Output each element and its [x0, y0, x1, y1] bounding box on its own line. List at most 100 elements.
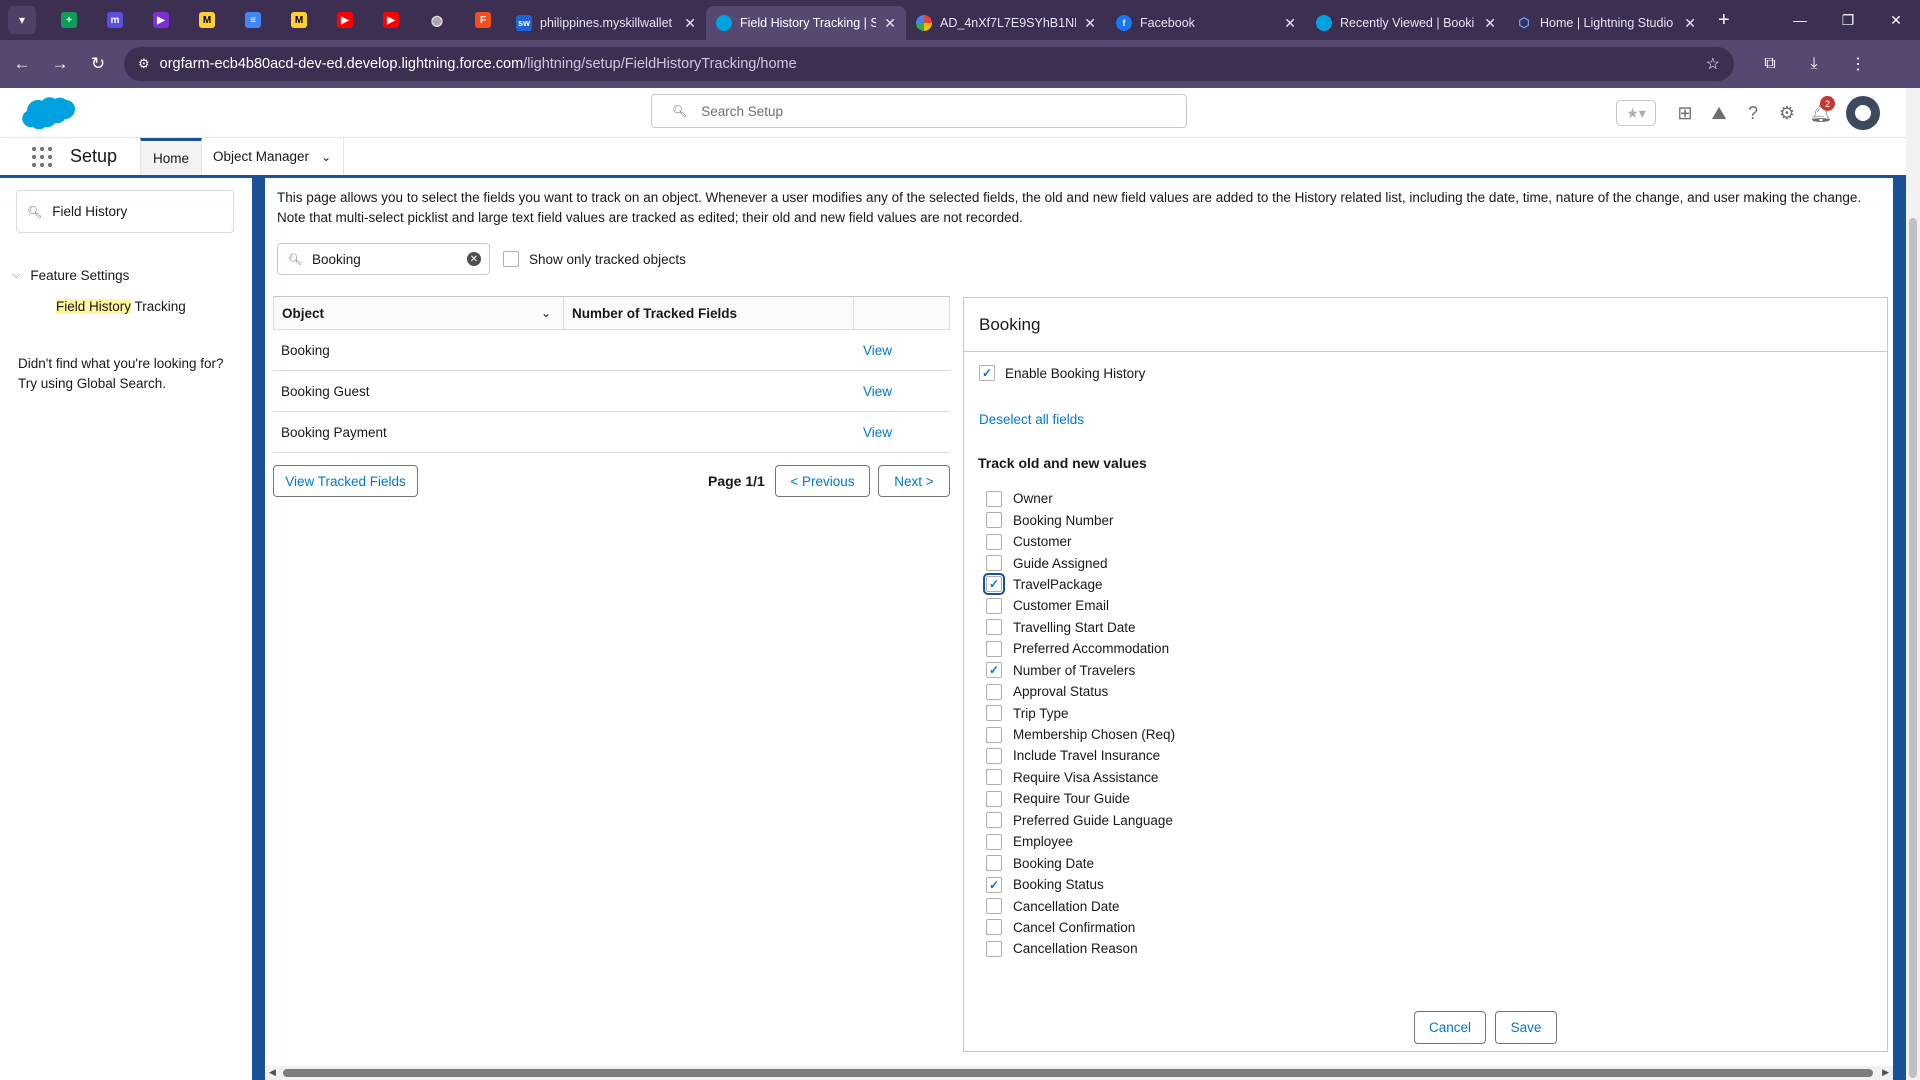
field-checkbox[interactable]	[986, 812, 1002, 829]
show-only-tracked-checkbox[interactable]	[503, 251, 519, 267]
field-option[interactable]: TravelPackage	[983, 573, 1175, 596]
field-checkbox[interactable]	[986, 855, 1002, 872]
pinned-tab-video[interactable]: ▶	[138, 0, 184, 40]
field-option[interactable]: Employee	[986, 831, 1175, 852]
browser-tab-skillwallet[interactable]: sw philippines.myskillwallet ✕	[506, 6, 706, 40]
sidebar-section-feature-settings[interactable]: ⌵ Feature Settings	[12, 268, 129, 283]
chevron-down-icon[interactable]: ⌄	[321, 150, 331, 164]
scroll-left-icon[interactable]: ◀	[269, 1067, 276, 1078]
field-option[interactable]: Customer Email	[986, 595, 1175, 616]
close-icon[interactable]: ✕	[1684, 15, 1696, 32]
enable-history-checkbox[interactable]	[979, 365, 995, 381]
next-page-button[interactable]: Next >	[878, 465, 950, 497]
back-icon[interactable]: ←	[6, 54, 38, 74]
pinned-tab-youtube-1[interactable]: ▶	[322, 0, 368, 40]
field-option[interactable]: Preferred Guide Language	[986, 810, 1175, 831]
help-icon[interactable]: ?	[1736, 96, 1770, 130]
close-icon[interactable]: ✕	[1084, 15, 1096, 32]
field-option[interactable]: Include Travel Insurance	[986, 745, 1175, 766]
field-option[interactable]: Preferred Accommodation	[986, 638, 1175, 659]
previous-page-button[interactable]: < Previous	[775, 465, 870, 497]
field-option[interactable]: Require Visa Assistance	[986, 767, 1175, 788]
site-info-icon[interactable]: ⚙	[138, 56, 150, 72]
field-option[interactable]: Travelling Start Date	[986, 617, 1175, 638]
column-header-object[interactable]: Object ⌄	[274, 297, 564, 329]
field-option[interactable]: Cancellation Date	[986, 895, 1175, 916]
pinned-tab-figma[interactable]: F	[460, 0, 506, 40]
reload-icon[interactable]: ↻	[82, 54, 114, 74]
trailhead-icon[interactable]: ⛰	[1702, 96, 1736, 130]
pinned-tab-youtube-2[interactable]: ▶	[368, 0, 414, 40]
field-checkbox[interactable]	[986, 919, 1002, 936]
close-icon[interactable]: ✕	[1284, 15, 1296, 32]
setup-search-input[interactable]: 🔍︎ Search Setup	[651, 94, 1187, 128]
pinned-tab-mastodon[interactable]: m	[92, 0, 138, 40]
field-option[interactable]: Booking Number	[986, 509, 1175, 530]
download-icon[interactable]: ⤓	[1792, 55, 1836, 73]
field-option[interactable]: Customer	[986, 531, 1175, 552]
field-option[interactable]: Trip Type	[986, 702, 1175, 723]
favorites-icon[interactable]: ★▾	[1616, 100, 1656, 126]
field-option[interactable]: Number of Travelers	[986, 660, 1175, 681]
browser-tab-field-history[interactable]: Field History Tracking | S ✕	[706, 6, 906, 40]
notifications-bell-icon[interactable]: 🔔︎ 2	[1804, 96, 1838, 130]
field-checkbox[interactable]	[986, 705, 1002, 722]
tab-search-menu-icon[interactable]: ▾	[8, 6, 36, 34]
clear-icon[interactable]: ✕	[467, 252, 481, 266]
pinned-tab-docs[interactable]: ≡	[230, 0, 276, 40]
field-checkbox[interactable]	[986, 726, 1002, 743]
close-icon[interactable]: ✕	[1484, 15, 1496, 32]
browser-tab-facebook[interactable]: f Facebook ✕	[1106, 6, 1306, 40]
deselect-all-link[interactable]: Deselect all fields	[979, 412, 1084, 427]
new-tab-icon[interactable]: +	[1718, 9, 1730, 32]
gear-icon[interactable]: ⚙	[1770, 96, 1804, 130]
field-option[interactable]: Owner	[986, 488, 1175, 509]
bookmark-star-icon[interactable]: ☆	[1706, 54, 1720, 74]
field-option[interactable]: Require Tour Guide	[986, 788, 1175, 809]
view-link[interactable]: View	[853, 425, 950, 440]
object-search-input[interactable]: 🔍︎ Booking ✕	[277, 243, 490, 275]
field-option[interactable]: Membership Chosen (Req)	[986, 724, 1175, 745]
restore-icon[interactable]: ❐	[1824, 12, 1872, 29]
global-actions-icon[interactable]: ⊞	[1668, 96, 1702, 130]
view-tracked-fields-button[interactable]: View Tracked Fields	[273, 465, 418, 497]
field-option[interactable]: Cancel Confirmation	[986, 917, 1175, 938]
field-checkbox[interactable]	[986, 833, 1002, 850]
pinned-tab-miro-1[interactable]: M	[184, 0, 230, 40]
field-option[interactable]: Guide Assigned	[986, 552, 1175, 573]
field-option[interactable]: Cancellation Reason	[986, 938, 1175, 959]
field-checkbox[interactable]	[983, 573, 1005, 596]
tab-object-manager[interactable]: Object Manager ⌄	[201, 138, 345, 175]
chevron-down-icon[interactable]: ⌵	[12, 269, 20, 282]
field-checkbox[interactable]	[986, 662, 1002, 679]
tab-home[interactable]: Home	[140, 138, 203, 175]
field-option[interactable]: Approval Status	[986, 681, 1175, 702]
save-button[interactable]: Save	[1495, 1011, 1557, 1044]
field-checkbox[interactable]	[986, 898, 1002, 915]
field-checkbox[interactable]	[986, 769, 1002, 786]
field-checkbox[interactable]	[986, 490, 1002, 507]
vertical-scrollbar[interactable]	[1906, 88, 1920, 1080]
close-icon[interactable]: ✕	[684, 15, 696, 32]
field-checkbox[interactable]	[986, 555, 1002, 572]
pinned-tab-sheets[interactable]: +	[46, 0, 92, 40]
field-checkbox[interactable]	[986, 619, 1002, 636]
field-checkbox[interactable]	[986, 597, 1002, 614]
show-only-tracked-toggle[interactable]: Show only tracked objects	[503, 251, 686, 267]
field-checkbox[interactable]	[986, 533, 1002, 550]
pinned-tab-globe[interactable]: ◍	[414, 0, 460, 40]
browser-tab-photo[interactable]: AD_4nXf7L7E9SYhB1NF ✕	[906, 6, 1106, 40]
cancel-button[interactable]: Cancel	[1414, 1011, 1486, 1044]
browser-tab-lightning-studio[interactable]: ⬡ Home | Lightning Studio ✕	[1506, 6, 1706, 40]
field-checkbox[interactable]	[986, 940, 1002, 957]
pinned-tab-miro-2[interactable]: M	[276, 0, 322, 40]
extensions-icon[interactable]: ⧉	[1748, 55, 1792, 73]
scroll-right-icon[interactable]: ▶	[1882, 1067, 1889, 1078]
view-link[interactable]: View	[853, 384, 950, 399]
field-checkbox[interactable]	[986, 876, 1002, 893]
forward-icon[interactable]: →	[44, 54, 76, 74]
field-option[interactable]: Booking Date	[986, 852, 1175, 873]
app-launcher-icon[interactable]	[32, 147, 52, 167]
minimize-icon[interactable]: —	[1776, 12, 1824, 28]
field-checkbox[interactable]	[986, 683, 1002, 700]
